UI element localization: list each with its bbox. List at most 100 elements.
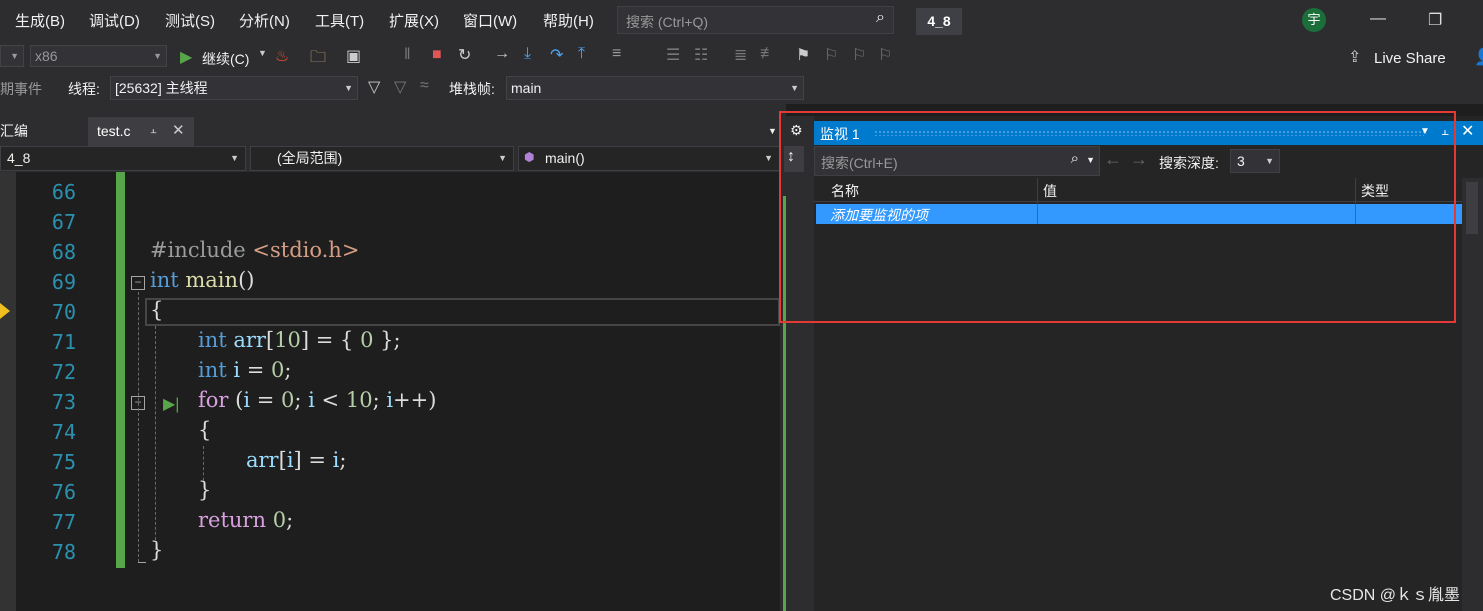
stop-icon[interactable]: ■ [432, 46, 442, 64]
code-line[interactable]: int arr[10] = { 0 }; [198, 328, 401, 352]
menu-build[interactable]: 生成(B) [15, 10, 65, 31]
code-line[interactable]: #include <stdio.h> [150, 238, 359, 262]
line-number: 76 [51, 480, 76, 504]
menu-debug[interactable]: 调试(D) [89, 10, 140, 31]
code-line[interactable]: { [150, 298, 163, 322]
thread-combo[interactable]: [25632] 主线程 ▼ [110, 76, 358, 100]
fold-end-tick [138, 562, 146, 563]
show-flagged-icon[interactable]: ≈ [420, 77, 429, 95]
thread-label: 线程: [68, 81, 100, 97]
picture-icon[interactable]: ▣ [346, 46, 361, 66]
pause-icon[interactable]: ‖ [404, 46, 411, 64]
change-tracking-bar [116, 172, 125, 568]
code-token: 10 [345, 388, 373, 412]
tab-test-c[interactable]: test.c ⫠ ✕ [88, 117, 194, 146]
platform-combo[interactable]: x86 ▼ [30, 45, 167, 67]
code-token: #include [150, 238, 253, 262]
folder-icon[interactable]: 🗀 [310, 46, 326, 73]
close-window-icon[interactable]: ✕ [1461, 121, 1474, 141]
code-token: [ [278, 448, 287, 472]
search-icon: ⌕ [876, 9, 885, 26]
code-line[interactable]: int main() [150, 268, 254, 292]
code-token: main [185, 268, 239, 292]
threads-icon[interactable]: ☰ [666, 45, 680, 65]
indicator-margin[interactable] [0, 172, 16, 611]
step-into-icon[interactable]: ⤓ [524, 45, 531, 63]
menu-window[interactable]: 窗口(W) [463, 10, 517, 31]
code-token: ; [286, 508, 294, 532]
menu-extensions[interactable]: 扩展(X) [389, 10, 439, 31]
code-token: int [198, 358, 227, 382]
code-token: int [150, 268, 179, 292]
user-icon[interactable]: 👤 [1474, 47, 1483, 67]
bookmark-icon[interactable]: ⚑ [796, 45, 810, 65]
menu-test[interactable]: 测试(S) [165, 10, 215, 31]
tab-disassembly[interactable]: 汇编 [0, 121, 28, 141]
run-to-click-icon[interactable]: ▶| [163, 394, 179, 414]
code-token: for [198, 388, 229, 412]
prev-bookmark-icon[interactable]: ⚐ [824, 45, 838, 65]
stack-frame-combo[interactable]: main ▼ [506, 76, 804, 100]
filter-icon[interactable]: ▽ [368, 77, 380, 97]
hot-reload-icon[interactable]: ♨ [275, 46, 289, 66]
project-combo[interactable]: 4_8 ▼ [0, 146, 246, 171]
close-icon[interactable]: ✕ [172, 121, 185, 139]
pin-icon[interactable]: ⫠ [150, 124, 157, 137]
scope-combo[interactable]: (全局范围) ▼ [250, 146, 514, 171]
line-number: 69 [51, 270, 76, 294]
menu-tools[interactable]: 工具(T) [315, 10, 364, 31]
restart-icon[interactable]: ↻ [458, 45, 471, 65]
tab-label: test.c [97, 123, 131, 139]
code-token: ( [228, 388, 244, 412]
tab-overflow-icon[interactable]: ▼ [768, 126, 777, 136]
code-line[interactable]: } [150, 538, 163, 562]
indent-icon[interactable]: ≣ [734, 45, 747, 65]
clear-bookmarks-icon[interactable]: ⚐ [878, 45, 892, 65]
menu-help[interactable]: 帮助(H) [543, 10, 594, 31]
show-next-statement-icon[interactable]: → [494, 45, 510, 63]
indent-guide [155, 326, 156, 550]
watch-vertical-scrollbar[interactable] [1462, 178, 1483, 611]
next-bookmark-icon[interactable]: ⚐ [852, 45, 866, 65]
global-search-input[interactable]: 搜索 (Ctrl+Q) ⌕ [617, 6, 894, 34]
restore-icon[interactable]: ❐ [1428, 10, 1442, 30]
comment-icon[interactable]: ☷ [694, 45, 708, 65]
code-line[interactable]: } [198, 478, 211, 502]
line-number: 75 [51, 450, 76, 474]
code-token: 0 [272, 508, 287, 532]
user-avatar[interactable]: 宇 [1302, 8, 1326, 32]
live-share-button[interactable]: Live Share [1374, 50, 1446, 67]
current-line-highlight [145, 298, 780, 326]
code-token: ] = [293, 448, 333, 472]
step-over-icon[interactable]: ↷ [550, 45, 563, 65]
code-token: ; [339, 448, 347, 472]
continue-button[interactable]: 继续(C) [202, 49, 249, 69]
minimize-icon[interactable]: — [1370, 10, 1386, 28]
step-out-icon[interactable]: ⤒ [578, 45, 585, 63]
config-combo[interactable]: ▼ [0, 45, 24, 67]
continue-dropdown-icon[interactable]: ▼ [258, 48, 267, 58]
flag-thread-icon[interactable]: ▽ [394, 77, 406, 97]
code-token: 10 [274, 328, 301, 352]
scroll-thumb[interactable] [1466, 182, 1478, 234]
live-share-icon[interactable]: ⇪ [1348, 47, 1361, 67]
lifecycle-events-button[interactable]: 期事件 [0, 79, 42, 99]
code-line[interactable]: int i = 0; [198, 358, 292, 382]
menu-analyze[interactable]: 分析(N) [239, 10, 290, 31]
code-token: 0 [360, 328, 374, 352]
code-token: <stdio.h> [252, 238, 360, 262]
function-combo[interactable]: main() ▼ [518, 146, 780, 171]
outdent-icon[interactable]: ≢ [760, 45, 776, 63]
line-number: 71 [51, 330, 76, 354]
function-value: main() [545, 150, 585, 166]
code-token: ; [284, 358, 292, 382]
code-line[interactable]: { [198, 418, 211, 442]
code-line[interactable]: arr[i] = i; [246, 448, 346, 472]
code-line[interactable]: for (i = 0; i < 10; i++) [198, 388, 436, 412]
code-line[interactable]: return 0; [198, 508, 293, 532]
hex-display-icon[interactable]: ≡ [612, 45, 621, 63]
thread-value: [25632] 主线程 [115, 80, 208, 96]
continue-play-icon[interactable]: ▶ [180, 47, 192, 67]
collapse-main-icon[interactable]: − [131, 276, 145, 290]
